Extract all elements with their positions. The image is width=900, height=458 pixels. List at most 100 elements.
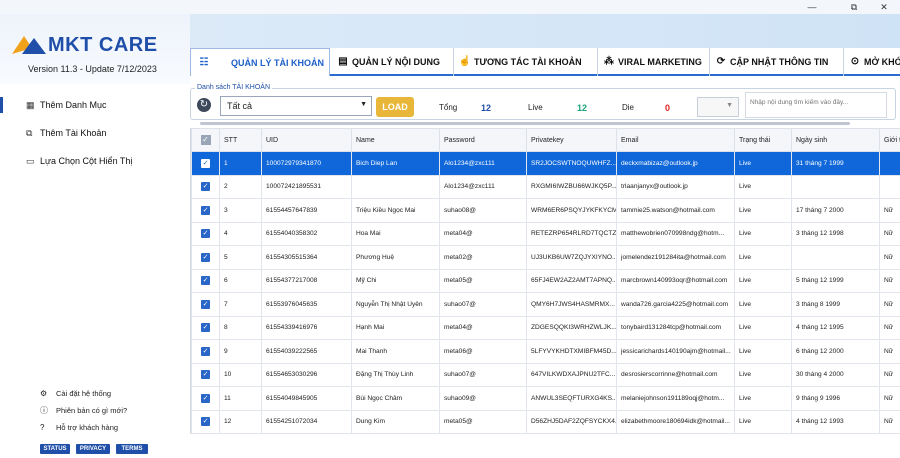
status-cell: Live [734,268,792,293]
email-cell: jomelendez191284ita@hotmail.com [616,245,735,270]
birthday-cell: 17 tháng 7 2000 [791,198,880,223]
tab-label: CẬP NHẬT THÔNG TIN [730,57,829,67]
horizontal-scrollbar[interactable] [200,122,850,125]
gender-cell: Nữ [879,198,900,223]
email-cell: wanda726.garcia4225@hotmail.com [616,292,735,317]
column-header[interactable]: Trạng thái [734,128,792,152]
row-checkbox[interactable]: ✓ [191,362,220,387]
row-checkbox[interactable]: ✓ [191,151,220,176]
birthday-cell: 31 tháng 7 1999 [791,151,880,176]
table-row[interactable]: ✓ 7 61553976045635 Nguyễn Thị Nhật Uyên suha… [191,292,900,317]
tab-content-management[interactable]: ▤ QUẢN LÝ NỘI DUNG [332,48,454,76]
password-cell: meta02@ [439,245,527,270]
tab-label: MỞ KHÓ [864,57,900,67]
password-cell: suhao08@ [439,198,527,223]
table-row[interactable]: ✓ 3 61554457647839 Triệu Kiều Ngọc Mai suhao… [191,198,900,223]
row-checkbox[interactable]: ✓ [191,245,220,270]
uid-cell: 61554305515364 [261,245,352,270]
category-select[interactable]: Tất cả ▼ [220,96,372,116]
table-row[interactable]: ✓ 9 61554039222565 Mai Thanh meta06@ 5LFYVYKH… [191,339,900,364]
row-checkbox[interactable]: ✓ [191,174,220,199]
gender-cell [879,174,900,199]
category-icon: ▦ [26,100,35,110]
help-label: Cài đặt hệ thống [56,389,112,398]
close-button[interactable]: ✕ [872,0,896,14]
name-cell: Bich Diep Lan [351,151,440,176]
terms-button[interactable]: TERMS [116,444,148,454]
email-cell: tammie25.watson@hotmail.com [616,198,735,223]
column-header[interactable]: Password [439,128,527,152]
table-row[interactable]: ✓ 10 61554653030296 Đặng Thị Thùy Linh suhao… [191,362,900,387]
row-checkbox[interactable]: ✓ [191,386,220,411]
birthday-cell: 3 tháng 8 1999 [791,292,880,317]
sync-icon: ⟳ [716,56,726,67]
stt-cell: 5 [219,245,262,270]
birthday-cell [791,245,880,270]
column-header[interactable]: STT [219,128,262,152]
row-checkbox[interactable]: ✓ [191,198,220,223]
filter-select[interactable]: ▼ [697,97,739,117]
column-header[interactable]: Email [616,128,735,152]
load-button[interactable]: LOAD [376,97,414,117]
category-select-value: Tất cả [227,101,253,111]
table-row[interactable]: ✓ 8 61554339416976 Hạnh Mai meta04@ ZDGESQQKI… [191,315,900,340]
table-row[interactable]: ✓ 2 100072421895531 Alo1234@zxc111 RXGMI6IWZ… [191,174,900,199]
search-input[interactable] [750,96,878,108]
tab-update-info[interactable]: ⟳ CẬP NHẬT THÔNG TIN [710,48,844,76]
stt-cell: 7 [219,292,262,317]
email-cell: marcbrown140993oqr@hotmail.com [616,268,735,293]
status-cell: Live [734,198,792,223]
privacy-button[interactable]: PRIVACY [76,444,110,454]
name-cell: Phương Huệ [351,245,440,270]
column-header[interactable]: Giới t [879,128,900,152]
tab-viral-marketing[interactable]: ⁂ VIRAL MARKETING [598,48,710,76]
column-header[interactable]: Name [351,128,440,152]
table-row[interactable]: ✓ 1 100072979341870 Bich Diep Lan Alo1234@zx… [191,151,900,176]
table-row[interactable]: ✓ 4 61554040358302 Hoa Mai meta04@ RETEZRP654… [191,221,900,246]
customer-support-link[interactable]: ? Hỗ trợ khách hàng [40,422,118,434]
gender-cell: Nữ [879,409,900,434]
email-cell: melaniejohnson191189oqj@hotm... [616,386,735,411]
checkmark-icon: ✓ [201,370,210,380]
row-checkbox[interactable]: ✓ [191,292,220,317]
monitor-icon: ▭ [26,156,35,166]
tab-account-interaction[interactable]: ☝ TƯƠNG TÁC TÀI KHOẢN [454,48,598,76]
row-checkbox[interactable]: ✓ [191,409,220,434]
stt-cell: 6 [219,268,262,293]
column-header[interactable]: UID [261,128,352,152]
stt-cell: 4 [219,221,262,246]
whats-new-link[interactable]: ⓘ Phiên bản có gì mới? [40,405,127,417]
email-cell: tonybaird131284tcp@hotmail.com [616,315,735,340]
sidebar-item-add-account[interactable]: ⧉ Thêm Tài Khoản [26,126,106,140]
tab-account-management[interactable]: ☷ QUẢN LÝ TÀI KHOẢN [190,48,330,76]
table-row[interactable]: ✓ 6 61554377217008 Mỹ Chi meta05@ 65FJ4EW2AZ2… [191,268,900,293]
refresh-button[interactable]: ↻ [197,98,211,112]
email-cell: desrosierscorrinne@hotmail.com [616,362,735,387]
help-label: Phiên bản có gì mới? [56,406,128,415]
checkmark-icon: ✓ [201,417,210,427]
name-cell: Hoa Mai [351,221,440,246]
column-header[interactable]: Privatekey [526,128,617,152]
row-checkbox[interactable]: ✓ [191,315,220,340]
row-checkbox[interactable]: ✓ [191,339,220,364]
row-checkbox[interactable]: ✓ [191,268,220,293]
checkmark-icon: ✓ [201,205,210,215]
maximize-button[interactable]: ⧉ [842,0,866,14]
minimize-button[interactable]: — [800,0,824,14]
system-settings-link[interactable]: ⚙ Cài đặt hệ thống [40,388,111,400]
header-band [190,14,900,48]
password-cell: suhao07@ [439,362,527,387]
column-header[interactable]: Ngày sinh [791,128,880,152]
tab-unlock[interactable]: ⊙ MỞ KHÓ [844,48,900,76]
email-cell: trlaanjanyx@outlook.jp [616,174,735,199]
row-checkbox[interactable]: ✓ [191,221,220,246]
table-row[interactable]: ✓ 12 61554251072034 Dung Kim meta05@ D56ZHJ5D… [191,409,900,434]
sidebar-item-add-category[interactable]: ▦ Thêm Danh Mục [26,98,107,112]
uid-cell: 61554251072034 [261,409,352,434]
table-row[interactable]: ✓ 11 61554049845905 Bùi Ngọc Châm suhao09@ AN… [191,386,900,411]
table-row[interactable]: ✓ 5 61554305515364 Phương Huệ meta02@ UJ3UKB6… [191,245,900,270]
sidebar-item-choose-columns[interactable]: ▭ Lựa Chọn Cột Hiển Thị [26,154,132,168]
stt-cell: 12 [219,409,262,434]
status-button[interactable]: STATUS [40,444,70,454]
select-all-checkbox[interactable]: ✓ [191,128,220,152]
